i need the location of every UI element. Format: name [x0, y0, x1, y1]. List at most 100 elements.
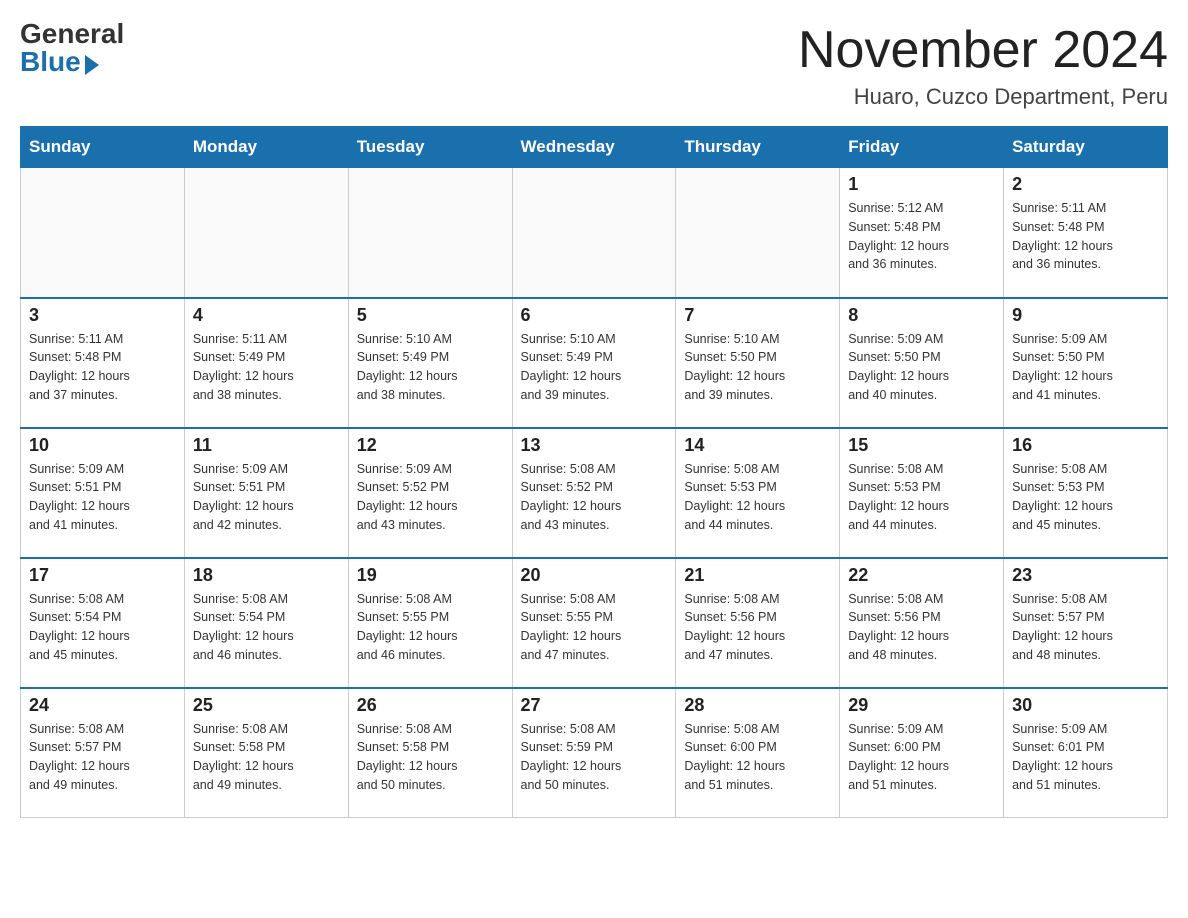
calendar-cell-12: 12Sunrise: 5:09 AMSunset: 5:52 PMDayligh… — [348, 428, 512, 558]
calendar-cell-1: 1 Sunrise: 5:12 AMSunset: 5:48 PMDaylight… — [840, 168, 1004, 298]
calendar-cell-30: 30Sunrise: 5:09 AMSunset: 6:01 PMDayligh… — [1004, 688, 1168, 818]
day-info: Sunrise: 5:11 AMSunset: 5:49 PMDaylight:… — [193, 330, 340, 405]
month-title: November 2024 — [798, 20, 1168, 80]
logo-general-text: General — [20, 20, 124, 48]
calendar-cell-3: 3 Sunrise: 5:11 AMSunset: 5:48 PMDaylight… — [21, 298, 185, 428]
calendar-cell-23: 23Sunrise: 5:08 AMSunset: 5:57 PMDayligh… — [1004, 558, 1168, 688]
day-info: Sunrise: 5:08 AMSunset: 6:00 PMDaylight:… — [684, 720, 831, 795]
calendar-cell-19: 19 Sunrise: 5:08 AMSunset: 5:55 PMDayligh… — [348, 558, 512, 688]
day-number: 28 — [684, 695, 831, 716]
day-number: 4 — [193, 305, 340, 326]
calendar-cell-empty — [348, 168, 512, 298]
day-info: Sunrise: 5:08 AMSunset: 5:55 PMDaylight:… — [357, 590, 504, 665]
day-number: 9 — [1012, 305, 1159, 326]
day-info: Sunrise: 5:08 AMSunset: 5:56 PMDaylight:… — [848, 590, 995, 665]
calendar-cell-26: 26 Sunrise: 5:08 AMSunset: 5:58 PMDayligh… — [348, 688, 512, 818]
day-number: 11 — [193, 435, 340, 456]
day-info: Sunrise: 5:08 AMSunset: 5:53 PMDaylight:… — [684, 460, 831, 535]
day-info: Sunrise: 5:08 AMSunset: 5:58 PMDaylight:… — [193, 720, 340, 795]
calendar-header-friday: Friday — [840, 127, 1004, 168]
calendar-cell-20: 20Sunrise: 5:08 AMSunset: 5:55 PMDayligh… — [512, 558, 676, 688]
calendar-table: SundayMondayTuesdayWednesdayThursdayFrid… — [20, 126, 1168, 818]
day-number: 20 — [521, 565, 668, 586]
calendar-cell-17: 17 Sunrise: 5:08 AMSunset: 5:54 PMDayligh… — [21, 558, 185, 688]
week-row-4: 17 Sunrise: 5:08 AMSunset: 5:54 PMDayligh… — [21, 558, 1168, 688]
calendar-cell-22: 22 Sunrise: 5:08 AMSunset: 5:56 PMDayligh… — [840, 558, 1004, 688]
day-number: 26 — [357, 695, 504, 716]
day-info: Sunrise: 5:09 AMSunset: 6:00 PMDaylight:… — [848, 720, 995, 795]
day-info: Sunrise: 5:09 AMSunset: 5:51 PMDaylight:… — [193, 460, 340, 535]
calendar-cell-15: 15 Sunrise: 5:08 AMSunset: 5:53 PMDayligh… — [840, 428, 1004, 558]
day-number: 12 — [357, 435, 504, 456]
day-number: 19 — [357, 565, 504, 586]
day-number: 2 — [1012, 174, 1159, 195]
day-number: 15 — [848, 435, 995, 456]
calendar-header-wednesday: Wednesday — [512, 127, 676, 168]
day-number: 24 — [29, 695, 176, 716]
day-number: 22 — [848, 565, 995, 586]
calendar-cell-25: 25 Sunrise: 5:08 AMSunset: 5:58 PMDayligh… — [184, 688, 348, 818]
week-row-2: 3 Sunrise: 5:11 AMSunset: 5:48 PMDaylight… — [21, 298, 1168, 428]
calendar-cell-21: 21 Sunrise: 5:08 AMSunset: 5:56 PMDayligh… — [676, 558, 840, 688]
logo-blue-text: Blue — [20, 48, 81, 76]
calendar-cell-empty — [512, 168, 676, 298]
day-info: Sunrise: 5:12 AMSunset: 5:48 PMDaylight:… — [848, 199, 995, 274]
day-info: Sunrise: 5:10 AMSunset: 5:50 PMDaylight:… — [684, 330, 831, 405]
day-number: 14 — [684, 435, 831, 456]
calendar-cell-empty — [184, 168, 348, 298]
day-info: Sunrise: 5:08 AMSunset: 5:57 PMDaylight:… — [29, 720, 176, 795]
calendar-header-thursday: Thursday — [676, 127, 840, 168]
day-info: Sunrise: 5:10 AMSunset: 5:49 PMDaylight:… — [357, 330, 504, 405]
calendar-header-row: SundayMondayTuesdayWednesdayThursdayFrid… — [21, 127, 1168, 168]
day-info: Sunrise: 5:08 AMSunset: 5:53 PMDaylight:… — [848, 460, 995, 535]
day-info: Sunrise: 5:10 AMSunset: 5:49 PMDaylight:… — [521, 330, 668, 405]
day-number: 13 — [521, 435, 668, 456]
day-info: Sunrise: 5:09 AMSunset: 6:01 PMDaylight:… — [1012, 720, 1159, 795]
calendar-cell-empty — [676, 168, 840, 298]
week-row-3: 10 Sunrise: 5:09 AMSunset: 5:51 PMDayligh… — [21, 428, 1168, 558]
day-info: Sunrise: 5:11 AMSunset: 5:48 PMDaylight:… — [29, 330, 176, 405]
calendar-cell-9: 9Sunrise: 5:09 AMSunset: 5:50 PMDaylight… — [1004, 298, 1168, 428]
day-number: 6 — [521, 305, 668, 326]
day-info: Sunrise: 5:11 AMSunset: 5:48 PMDaylight:… — [1012, 199, 1159, 274]
day-number: 3 — [29, 305, 176, 326]
logo: General Blue — [20, 20, 124, 76]
day-number: 16 — [1012, 435, 1159, 456]
day-number: 17 — [29, 565, 176, 586]
calendar-header-monday: Monday — [184, 127, 348, 168]
logo-blue-row: Blue — [20, 48, 99, 76]
calendar-cell-29: 29 Sunrise: 5:09 AMSunset: 6:00 PMDayligh… — [840, 688, 1004, 818]
calendar-cell-24: 24 Sunrise: 5:08 AMSunset: 5:57 PMDayligh… — [21, 688, 185, 818]
calendar-cell-7: 7Sunrise: 5:10 AMSunset: 5:50 PMDaylight… — [676, 298, 840, 428]
day-info: Sunrise: 5:08 AMSunset: 5:54 PMDaylight:… — [193, 590, 340, 665]
week-row-5: 24 Sunrise: 5:08 AMSunset: 5:57 PMDayligh… — [21, 688, 1168, 818]
day-info: Sunrise: 5:08 AMSunset: 5:56 PMDaylight:… — [684, 590, 831, 665]
title-section: November 2024 Huaro, Cuzco Department, P… — [798, 20, 1168, 110]
location-title: Huaro, Cuzco Department, Peru — [798, 84, 1168, 110]
day-info: Sunrise: 5:08 AMSunset: 5:58 PMDaylight:… — [357, 720, 504, 795]
day-number: 1 — [848, 174, 995, 195]
logo-arrow-icon — [85, 55, 99, 75]
calendar-cell-18: 18 Sunrise: 5:08 AMSunset: 5:54 PMDayligh… — [184, 558, 348, 688]
calendar-cell-14: 14 Sunrise: 5:08 AMSunset: 5:53 PMDayligh… — [676, 428, 840, 558]
calendar-cell-27: 27Sunrise: 5:08 AMSunset: 5:59 PMDayligh… — [512, 688, 676, 818]
calendar-header-sunday: Sunday — [21, 127, 185, 168]
calendar-cell-empty — [21, 168, 185, 298]
calendar-cell-13: 13 Sunrise: 5:08 AMSunset: 5:52 PMDayligh… — [512, 428, 676, 558]
day-number: 27 — [521, 695, 668, 716]
day-info: Sunrise: 5:09 AMSunset: 5:50 PMDaylight:… — [848, 330, 995, 405]
day-number: 10 — [29, 435, 176, 456]
day-info: Sunrise: 5:08 AMSunset: 5:52 PMDaylight:… — [521, 460, 668, 535]
day-info: Sunrise: 5:08 AMSunset: 5:54 PMDaylight:… — [29, 590, 176, 665]
day-number: 5 — [357, 305, 504, 326]
day-number: 29 — [848, 695, 995, 716]
day-number: 18 — [193, 565, 340, 586]
day-number: 8 — [848, 305, 995, 326]
day-number: 25 — [193, 695, 340, 716]
day-info: Sunrise: 5:09 AMSunset: 5:51 PMDaylight:… — [29, 460, 176, 535]
day-number: 21 — [684, 565, 831, 586]
day-info: Sunrise: 5:08 AMSunset: 5:53 PMDaylight:… — [1012, 460, 1159, 535]
calendar-cell-28: 28 Sunrise: 5:08 AMSunset: 6:00 PMDayligh… — [676, 688, 840, 818]
calendar-header-tuesday: Tuesday — [348, 127, 512, 168]
calendar-cell-6: 6 Sunrise: 5:10 AMSunset: 5:49 PMDaylight… — [512, 298, 676, 428]
